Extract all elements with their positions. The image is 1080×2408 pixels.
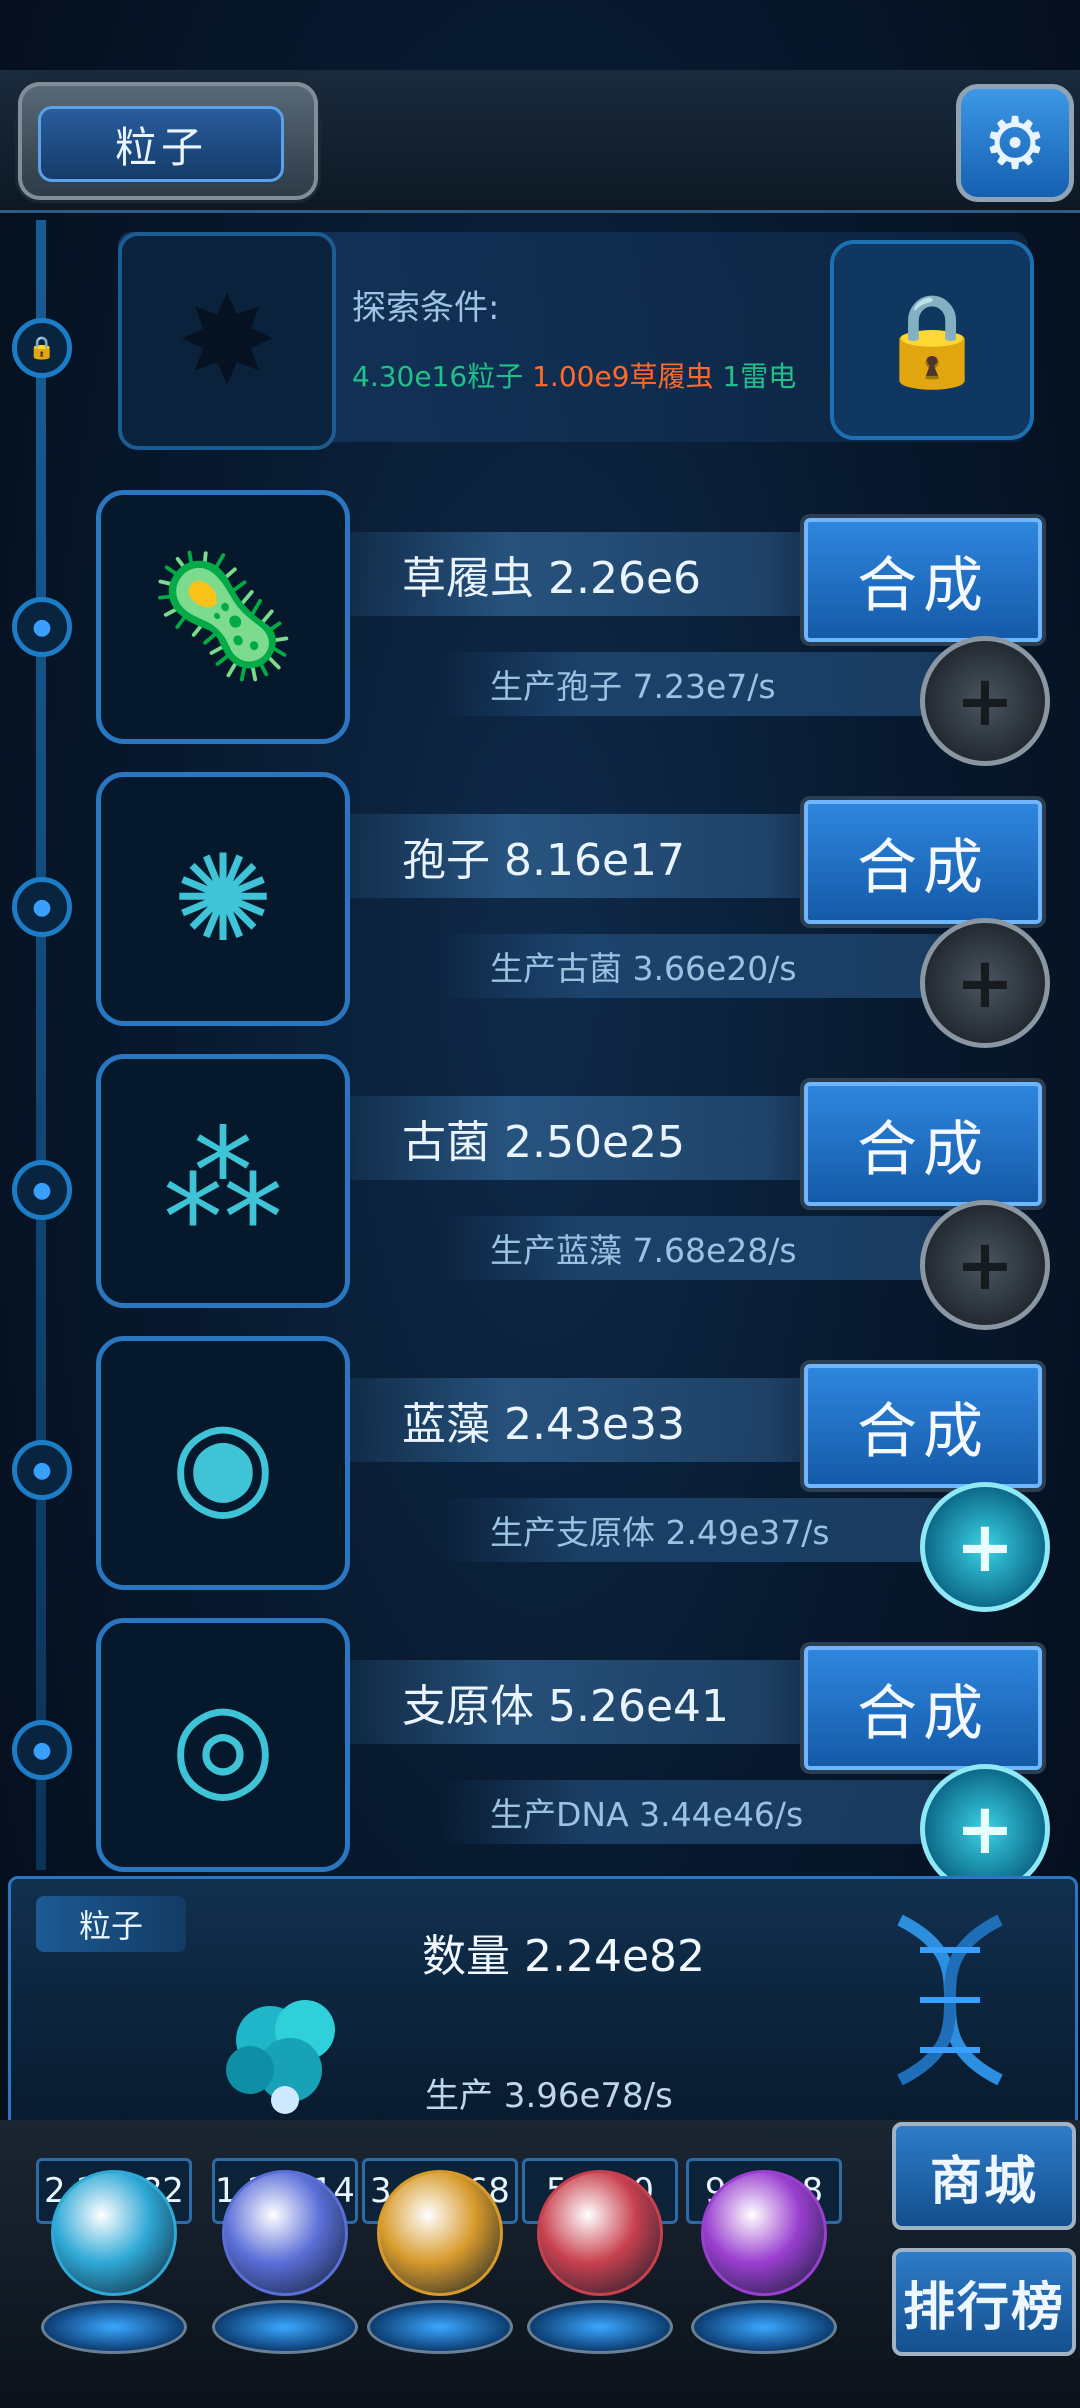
upgrade-plus-button[interactable]: + [920, 1764, 1050, 1894]
orb-pedestal [527, 2300, 673, 2354]
condition-particle: 4.30e16粒子 [352, 360, 524, 393]
plus-icon: + [955, 660, 1015, 742]
orb-pedestal [212, 2300, 358, 2354]
rail-node: ● [12, 877, 72, 937]
lock-button[interactable]: 🔒 [830, 240, 1034, 440]
condition-lightning: 1雷电 [722, 360, 797, 393]
lightning-orb-icon[interactable] [222, 2170, 348, 2296]
paramecium-icon: 🦠 [96, 490, 350, 744]
item-name: 草履虫 2.26e6 [350, 532, 872, 616]
archaea-icon: ⁂ [96, 1054, 350, 1308]
rail-node: ● [12, 1720, 72, 1780]
explore-conditions: 4.30e16粒子 1.00e9草履虫 1雷电 [352, 355, 796, 395]
upgrade-plus-button[interactable]: + [920, 1200, 1050, 1330]
upgrade-plus-button[interactable]: + [920, 918, 1050, 1048]
orb-pedestal [691, 2300, 837, 2354]
dna-icon [897, 1914, 1003, 2086]
leaderboard-button[interactable]: 排行榜 [892, 2248, 1076, 2356]
settings-button[interactable]: ⚙ [956, 84, 1074, 202]
item-name: 孢子 8.16e17 [350, 814, 872, 898]
rail-node: ● [12, 1440, 72, 1500]
lock-icon: 🔒 [875, 287, 989, 393]
shop-button[interactable]: 商城 [892, 2122, 1076, 2230]
item-name: 古菌 2.50e25 [350, 1096, 872, 1180]
synthesize-button[interactable]: 合成 [804, 1364, 1042, 1488]
vortex-orb-icon[interactable] [701, 2170, 827, 2296]
particle-count: 数量 2.24e82 [422, 1931, 706, 1982]
plus-icon: + [955, 1224, 1015, 1306]
synthesize-button[interactable]: 合成 [804, 800, 1042, 924]
particle-production: 生产 3.96e78/s [425, 2076, 673, 2116]
orb-pedestal [41, 2300, 187, 2354]
synthesize-button[interactable]: 合成 [804, 1082, 1042, 1206]
item-name: 支原体 5.26e41 [350, 1660, 872, 1744]
fire-orb-icon[interactable] [377, 2170, 503, 2296]
locked-organism-icon: ✸ [118, 232, 336, 450]
particle-orb-icon[interactable] [51, 2170, 177, 2296]
page-title: 粒子 [38, 106, 284, 182]
orb-pedestal [367, 2300, 513, 2354]
condition-paramecium: 1.00e9草履虫 [532, 360, 714, 393]
gear-icon: ⚙ [982, 101, 1048, 185]
upgrade-plus-button[interactable]: + [920, 1482, 1050, 1612]
rail-node: ● [12, 597, 72, 657]
rail-node-lock: 🔒 [12, 318, 72, 378]
rail-node: ● [12, 1160, 72, 1220]
plus-icon: + [955, 1788, 1015, 1870]
spore-icon: ✺ [96, 772, 350, 1026]
progress-rail [36, 220, 46, 1870]
cyanobacteria-icon: ◉ [96, 1336, 350, 1590]
plus-icon: + [955, 1506, 1015, 1588]
explore-condition-label: 探索条件: [352, 288, 500, 328]
mycoplasma-icon: ◎ [96, 1618, 350, 1872]
panel-tag: 粒子 [36, 1896, 186, 1952]
synthesize-button[interactable]: 合成 [804, 518, 1042, 642]
plus-icon: + [955, 942, 1015, 1024]
upgrade-plus-button[interactable]: + [920, 636, 1050, 766]
item-name: 蓝藻 2.43e33 [350, 1378, 872, 1462]
synthesize-button[interactable]: 合成 [804, 1646, 1042, 1770]
brain-orb-icon[interactable] [537, 2170, 663, 2296]
